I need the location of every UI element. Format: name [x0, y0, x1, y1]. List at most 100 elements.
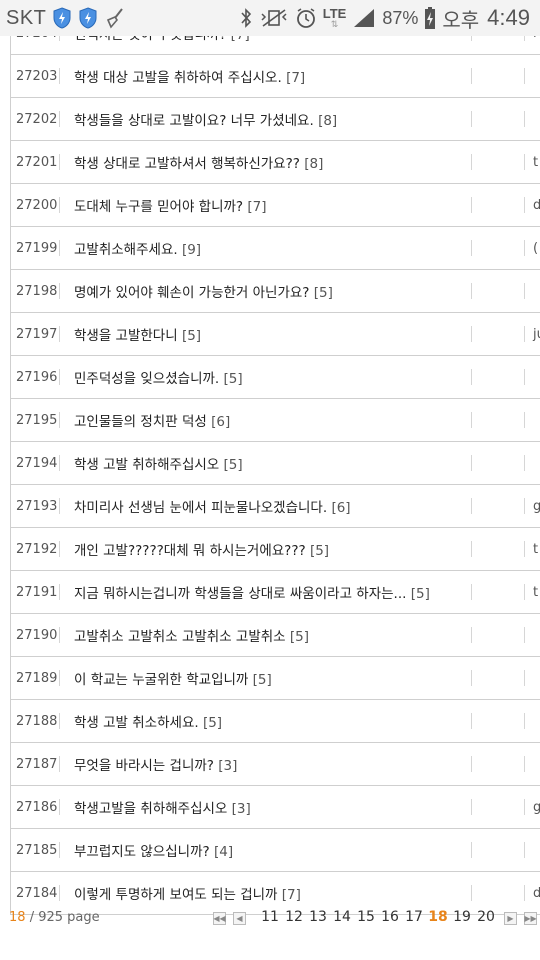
post-title: 학생 상대로 고발하셔서 행복하신가요?? — [74, 156, 300, 172]
list-item[interactable]: 27196 민주덕성을 잊으셨습니까. [5] — [11, 356, 540, 399]
divider — [471, 240, 472, 256]
comment-count: [5] — [410, 586, 430, 602]
post-title-link[interactable]: 무엇을 바라시는 겁니까? [3] — [74, 754, 237, 774]
divider — [59, 455, 60, 471]
post-title: 지금 뭐하시는겁니까 학생들을 상대로 싸움이라고 하자는... — [74, 586, 407, 602]
page-link[interactable]: 15 — [354, 909, 378, 925]
post-title: 개인 고발?????대체 뭐 하시는거에요??? — [74, 543, 306, 559]
page-link[interactable]: 17 — [402, 909, 426, 925]
page-link[interactable]: 11 — [258, 909, 282, 925]
divider — [524, 111, 525, 127]
author-name: t — [533, 584, 539, 600]
divider — [524, 68, 525, 84]
list-item[interactable]: 27202 학생들을 상대로 고발이요? 너무 가셨네요. [8] — [11, 98, 540, 141]
divider — [59, 842, 60, 858]
status-bar: SKT LTE ⇅ 87% 오후 4:49 — [0, 0, 540, 36]
divider — [59, 713, 60, 729]
page-link[interactable]: 14 — [330, 909, 354, 925]
post-title-link[interactable]: 학생 고발 취하해주십시오 [5] — [74, 453, 243, 473]
divider — [524, 326, 525, 342]
current-page-label: 18 — [9, 910, 26, 925]
post-title-link[interactable]: 이렇게 투명하게 보여도 되는 겁니까 [7] — [74, 883, 301, 903]
list-item[interactable]: 27189 이 학교는 누굴위한 학교입니까 [5] — [11, 657, 540, 700]
list-item[interactable]: 27199 고발취소해주세요. [9] ( — [11, 227, 540, 270]
post-title-link[interactable]: 부끄럽지도 않으십니까? [4] — [74, 840, 233, 860]
author-name: g — [533, 498, 540, 514]
ampm-label: 오후 — [442, 9, 480, 32]
post-number: 27189 — [16, 670, 58, 686]
page-link[interactable]: 16 — [378, 909, 402, 925]
comment-count: [5] — [252, 672, 272, 688]
list-item[interactable]: 27191 지금 뭐하시는겁니까 학생들을 상대로 싸움이라고 하자는... [5… — [11, 571, 540, 614]
page-link[interactable]: 19 — [450, 909, 474, 925]
post-number: 27195 — [16, 412, 58, 428]
divider — [471, 412, 472, 428]
post-number: 27197 — [16, 326, 58, 342]
comment-count: [8] — [318, 113, 338, 129]
next-page-icon[interactable]: ▶ — [504, 912, 517, 925]
clock-time: 4:49 — [487, 5, 530, 30]
divider — [524, 885, 525, 901]
list-item[interactable]: 27185 부끄럽지도 않으십니까? [4] — [11, 829, 540, 872]
post-title-link[interactable]: 고인물들의 정치판 덕성 [6] — [74, 410, 230, 430]
comment-count: [8] — [304, 156, 324, 172]
prev-page-icon[interactable]: ◀ — [233, 912, 246, 925]
list-item[interactable]: 27195 고인물들의 정치판 덕성 [6] — [11, 399, 540, 442]
post-title-link[interactable]: 학생 대상 고발을 취하하여 주십시오. [7] — [74, 66, 305, 86]
author-name: d — [533, 885, 540, 901]
post-title-link[interactable]: 명예가 있어야 훼손이 가능한거 아닌가요? [5] — [74, 281, 333, 301]
list-item[interactable]: 27192 개인 고발?????대체 뭐 하시는거에요??? [5] t — [11, 528, 540, 571]
post-title: 학생 고발 취하해주십시오 — [74, 457, 220, 473]
post-title-link[interactable]: 민주덕성을 잊으셨습니까. [5] — [74, 367, 243, 387]
post-title-link[interactable]: 도대체 누구를 믿어야 합니까? [7] — [74, 195, 267, 215]
list-item[interactable]: 27186 학생고발을 취하해주십시오 [3] g — [11, 786, 540, 829]
list-item[interactable]: 27193 차미리사 선생님 눈에서 피눈물나오겠습니다. [6] g — [11, 485, 540, 528]
post-number: 27191 — [16, 584, 58, 600]
post-title: 고발취소 고발취소 고발취소 고발취소 — [74, 629, 286, 645]
list-item[interactable]: 27203 학생 대상 고발을 취하하여 주십시오. [7] — [11, 55, 540, 98]
divider — [471, 369, 472, 385]
list-item[interactable]: 27194 학생 고발 취하해주십시오 [5] — [11, 442, 540, 485]
pagination: 18 / 925 page ◀◀ ◀ 11 12 13 14 15 16 17 18 19 20 … — [0, 904, 540, 934]
post-title-link[interactable]: 차미리사 선생님 눈에서 피눈물나오겠습니다. [6] — [74, 496, 351, 516]
divider — [524, 369, 525, 385]
divider — [524, 756, 525, 772]
post-title-link[interactable]: 고발취소 고발취소 고발취소 고발취소 [5] — [74, 625, 309, 645]
page-link[interactable]: 20 — [474, 909, 498, 925]
divider — [471, 197, 472, 213]
post-title-link[interactable]: 이 학교는 누굴위한 학교입니까 [5] — [74, 668, 272, 688]
post-title-link[interactable]: 학생 상대로 고발하셔서 행복하신가요?? [8] — [74, 152, 323, 172]
list-item[interactable]: 27198 명예가 있어야 훼손이 가능한거 아닌가요? [5] — [11, 270, 540, 313]
list-item[interactable]: 27200 도대체 누구를 믿어야 합니까? [7] d — [11, 184, 540, 227]
post-number: 27200 — [16, 197, 58, 213]
post-title-link[interactable]: 학생을 고발한다니 [5] — [74, 324, 201, 344]
divider — [524, 498, 525, 514]
post-number: 27185 — [16, 842, 58, 858]
post-number: 27192 — [16, 541, 58, 557]
page-link[interactable]: 13 — [306, 909, 330, 925]
post-title: 민주덕성을 잊으셨습니까. — [74, 371, 220, 387]
post-title-link[interactable]: 개인 고발?????대체 뭐 하시는거에요??? [5] — [74, 539, 329, 559]
divider — [59, 541, 60, 557]
post-title-link[interactable]: 학생고발을 취하해주십시오 [3] — [74, 797, 251, 817]
list-item[interactable]: 27201 학생 상대로 고발하셔서 행복하신가요?? [8] t — [11, 141, 540, 184]
page-link[interactable]: 12 — [282, 909, 306, 925]
post-title: 고발취소해주세요. — [74, 242, 178, 258]
list-item[interactable]: 27188 학생 고발 취소하세요. [5] — [11, 700, 540, 743]
last-page-icon[interactable]: ▶▶ — [524, 912, 537, 925]
divider — [524, 412, 525, 428]
page-link[interactable]: 18 — [426, 909, 450, 925]
first-page-icon[interactable]: ◀◀ — [213, 912, 226, 925]
divider — [524, 713, 525, 729]
list-item[interactable]: 27197 학생을 고발한다니 [5] ju — [11, 313, 540, 356]
post-title-link[interactable]: 학생 고발 취소하세요. [5] — [74, 711, 222, 731]
list-item[interactable]: 27187 무엇을 바라시는 겁니까? [3] — [11, 743, 540, 786]
post-title-link[interactable]: 고발취소해주세요. [9] — [74, 238, 201, 258]
divider — [471, 799, 472, 815]
battery-percent: 87% — [382, 7, 419, 28]
list-item[interactable]: 27190 고발취소 고발취소 고발취소 고발취소 [5] — [11, 614, 540, 657]
post-title-link[interactable]: 학생들을 상대로 고발이요? 너무 가셨네요. [8] — [74, 109, 337, 129]
divider — [471, 283, 472, 299]
divider — [471, 111, 472, 127]
post-title-link[interactable]: 지금 뭐하시는겁니까 학생들을 상대로 싸움이라고 하자는... [5] — [74, 582, 430, 602]
